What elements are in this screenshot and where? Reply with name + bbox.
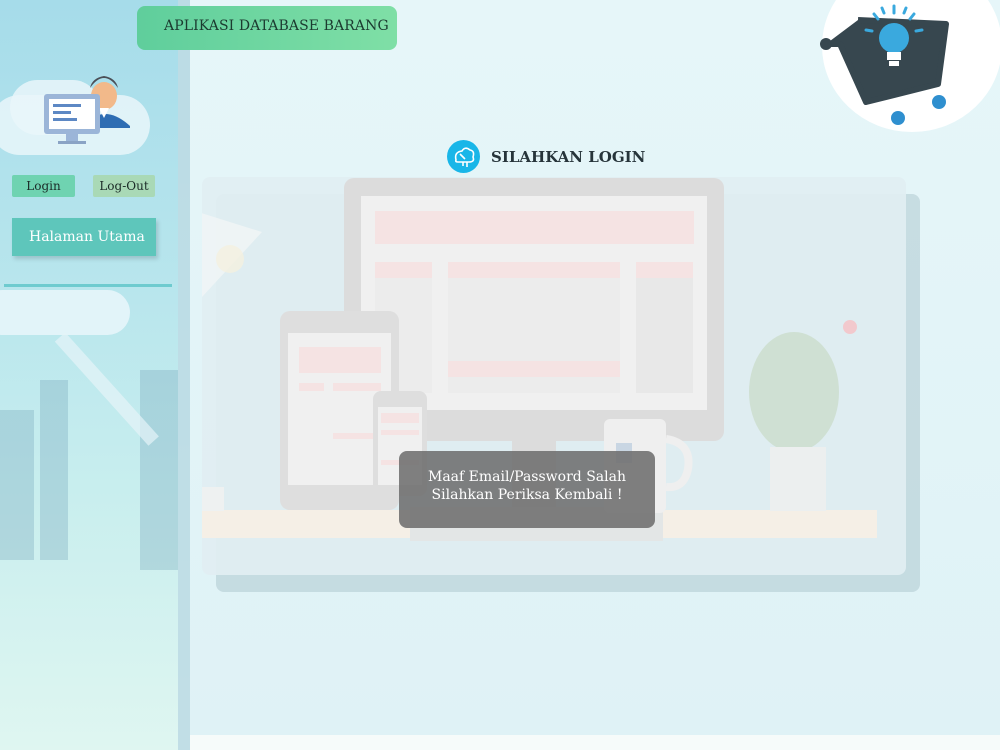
error-alert: Maaf Email/Password Salah Silahkan Perik… [399, 451, 655, 528]
login-badge-icon [447, 140, 480, 173]
sidebar-divider [4, 284, 172, 287]
shopping-cart-lightbulb-icon [820, 4, 949, 125]
sidebar-edge [178, 0, 190, 750]
error-message-line2: Silahkan Periksa Kembali ! [431, 487, 623, 503]
logout-button[interactable]: Log-Out [93, 175, 155, 197]
building-decoration [40, 380, 68, 560]
cloud-decoration [0, 290, 130, 335]
home-button[interactable]: Halaman Utama [12, 218, 156, 256]
login-title: SILAHKAN LOGIN [491, 148, 646, 166]
building-decoration [0, 410, 34, 560]
user-computer-icon [44, 76, 130, 144]
building-decoration [140, 370, 178, 570]
error-message-line1: Maaf Email/Password Salah [428, 469, 626, 485]
login-button[interactable]: Login [12, 175, 75, 197]
bottom-strip [180, 735, 1000, 750]
app-title: APLIKASI DATABASE BARANG [137, 6, 397, 50]
